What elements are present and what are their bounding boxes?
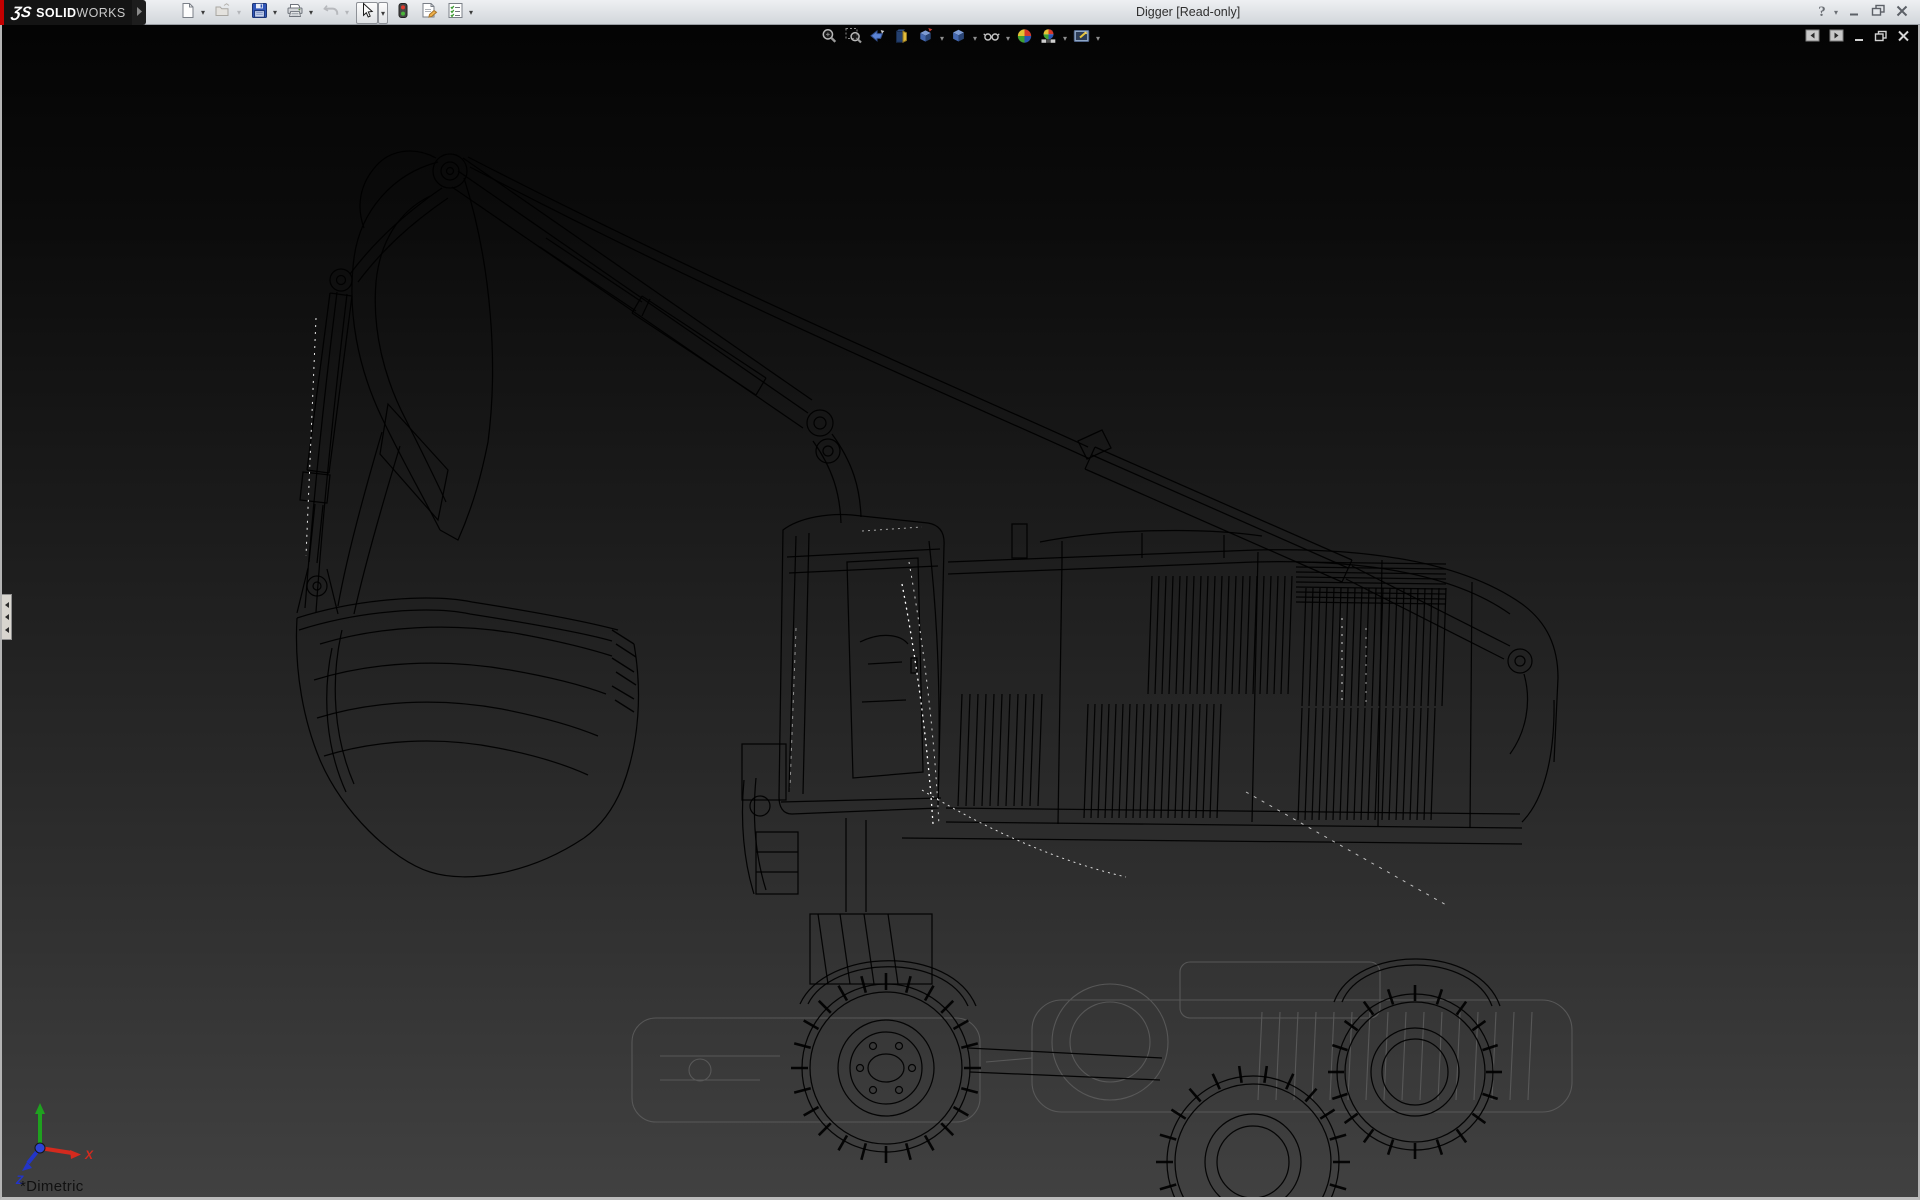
- featuremanager-collapsed-tab[interactable]: [2, 594, 12, 640]
- save-button[interactable]: [248, 2, 270, 24]
- collapse-arrow-icon: [5, 614, 9, 620]
- save-icon: [251, 2, 268, 24]
- zoom-to-area-icon: [845, 27, 863, 50]
- solidworks-logo-text-bold: SOLID: [36, 6, 76, 20]
- restore-doc-button[interactable]: [1874, 30, 1888, 45]
- orientation-triad: X Z: [14, 1096, 106, 1190]
- headsup-view-toolbar: ▾ ▾ ▾ ▾ ▾: [818, 27, 1103, 49]
- view-orientation-icon: [917, 27, 935, 50]
- menu-expand-button[interactable]: [132, 0, 146, 25]
- display-style-icon: [950, 27, 968, 50]
- show-left-pane-icon: [1805, 29, 1820, 47]
- display-style-button[interactable]: [948, 27, 970, 49]
- window-controls: ?▾: [1814, 0, 1910, 25]
- triad-origin: [35, 1143, 45, 1153]
- section-view-button[interactable]: [891, 27, 913, 49]
- open-button: [212, 2, 234, 24]
- undo-dropdown: ▾: [342, 2, 352, 24]
- collapse-arrow-icon: [5, 627, 9, 633]
- zoom-to-area-button[interactable]: [843, 27, 865, 49]
- print-dropdown[interactable]: ▾: [306, 2, 316, 24]
- new-button[interactable]: [176, 2, 198, 24]
- show-right-pane-button[interactable]: [1829, 30, 1844, 45]
- show-left-pane-button[interactable]: [1805, 30, 1820, 45]
- solidworks-logo-glyph: ƷS: [11, 4, 33, 21]
- options-button[interactable]: [444, 2, 466, 24]
- view-orientation-button[interactable]: [915, 27, 937, 49]
- hide-show-items-icon: [983, 27, 1001, 50]
- apply-scene-icon: [1040, 27, 1058, 50]
- display-style-dropdown[interactable]: ▾: [971, 34, 980, 43]
- collapse-arrow-icon: [5, 602, 9, 608]
- apply-scene-button[interactable]: [1038, 27, 1060, 49]
- new-dropdown[interactable]: ▾: [198, 2, 208, 24]
- graphics-area[interactable]: ▾ ▾ ▾ ▾ ▾ X Z *Dimetric: [0, 25, 1920, 1200]
- restore-button[interactable]: [1870, 3, 1886, 23]
- close-icon: [1895, 4, 1909, 22]
- titlebar: ƷS SOLID WORKS ▾ ▾ ▾ ▾ ▾ ▾ ▾ Digger [Read-only…: [0, 0, 1920, 25]
- close-doc-icon: [1897, 29, 1910, 47]
- solidworks-logo[interactable]: ƷS SOLID WORKS: [0, 0, 132, 25]
- model-wireframe-digger[interactable]: [2, 25, 1918, 1197]
- show-right-pane-icon: [1829, 29, 1844, 47]
- print-icon: [286, 2, 304, 24]
- view-settings-button[interactable]: [1071, 27, 1093, 49]
- view-orientation-dropdown[interactable]: ▾: [938, 34, 947, 43]
- edit-appearance-button[interactable]: [1014, 27, 1036, 49]
- edit-appearance-icon: [1016, 27, 1034, 50]
- zoom-to-fit-button[interactable]: [819, 27, 841, 49]
- view-settings-icon: [1073, 27, 1091, 50]
- previous-view-button[interactable]: [867, 27, 889, 49]
- options-dropdown[interactable]: ▾: [466, 2, 476, 24]
- close-doc-button[interactable]: [1897, 30, 1910, 45]
- previous-view-icon: [869, 27, 887, 50]
- document-window-controls: [1805, 30, 1910, 45]
- open-icon: [214, 2, 232, 24]
- file-properties-icon: [420, 2, 438, 24]
- file-properties-button[interactable]: [418, 2, 440, 24]
- logo-red-stripe: [0, 0, 4, 25]
- options-icon: [447, 2, 464, 24]
- triad-y-axis: [35, 1103, 45, 1114]
- solidworks-window: ƷS SOLID WORKS ▾ ▾ ▾ ▾ ▾ ▾ ▾ Digger [Read-only…: [0, 0, 1920, 1200]
- minimize-button[interactable]: [1846, 3, 1862, 23]
- help-icon: ?: [1818, 4, 1826, 21]
- standard-toolbar: ▾ ▾ ▾ ▾ ▾ ▾ ▾: [172, 1, 476, 24]
- solidworks-logo-text-light: WORKS: [76, 6, 125, 20]
- undo-button: [320, 2, 342, 24]
- zoom-to-fit-icon: [821, 27, 839, 50]
- save-dropdown[interactable]: ▾: [270, 2, 280, 24]
- minimize-icon: [1848, 4, 1861, 22]
- restore-doc-icon: [1874, 29, 1888, 47]
- help-button[interactable]: ?: [1814, 3, 1830, 23]
- close-button[interactable]: [1894, 3, 1910, 23]
- open-dropdown: ▾: [234, 2, 244, 24]
- hide-show-items-button[interactable]: [981, 27, 1003, 49]
- rebuild-button[interactable]: [392, 2, 414, 24]
- triad-z-axis: [22, 1162, 32, 1171]
- apply-scene-dropdown[interactable]: ▾: [1061, 34, 1070, 43]
- select-icon: [361, 2, 374, 24]
- section-view-icon: [893, 27, 911, 50]
- select-button[interactable]: [356, 2, 378, 24]
- triad-x-axis: [70, 1150, 81, 1159]
- restore-icon: [1871, 4, 1886, 22]
- rebuild-icon: [397, 2, 409, 24]
- view-orientation-label: *Dimetric: [20, 1178, 84, 1195]
- help-dropdown[interactable]: ▾: [1834, 8, 1838, 17]
- new-icon: [179, 2, 196, 24]
- hide-show-items-dropdown[interactable]: ▾: [1004, 34, 1013, 43]
- window-title: Digger [Read-only]: [1136, 0, 1240, 25]
- minimize-doc-button[interactable]: [1853, 30, 1865, 45]
- undo-icon: [322, 2, 340, 23]
- select-dropdown[interactable]: ▾: [378, 2, 388, 24]
- triad-x-label: X: [84, 1148, 94, 1162]
- menu-expand-arrow-icon: [135, 4, 144, 22]
- minimize-doc-icon: [1853, 29, 1865, 47]
- print-button[interactable]: [284, 2, 306, 24]
- ghost-chassis-lines: [632, 962, 1572, 1122]
- view-settings-dropdown[interactable]: ▾: [1094, 34, 1103, 43]
